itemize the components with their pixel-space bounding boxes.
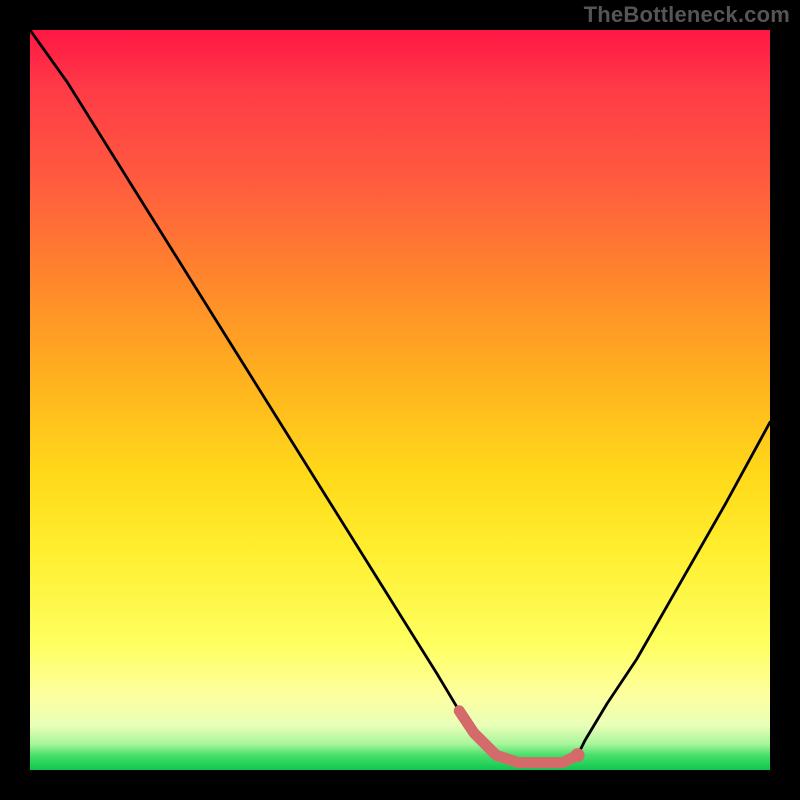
plot-area	[30, 30, 770, 770]
bottleneck-curve-path	[30, 30, 770, 763]
bottleneck-curve-svg	[30, 30, 770, 770]
highlight-segment-path	[459, 711, 577, 763]
chart-frame: TheBottleneck.com	[0, 0, 800, 800]
highlight-end-dot	[571, 748, 585, 762]
watermark-text: TheBottleneck.com	[584, 2, 790, 28]
